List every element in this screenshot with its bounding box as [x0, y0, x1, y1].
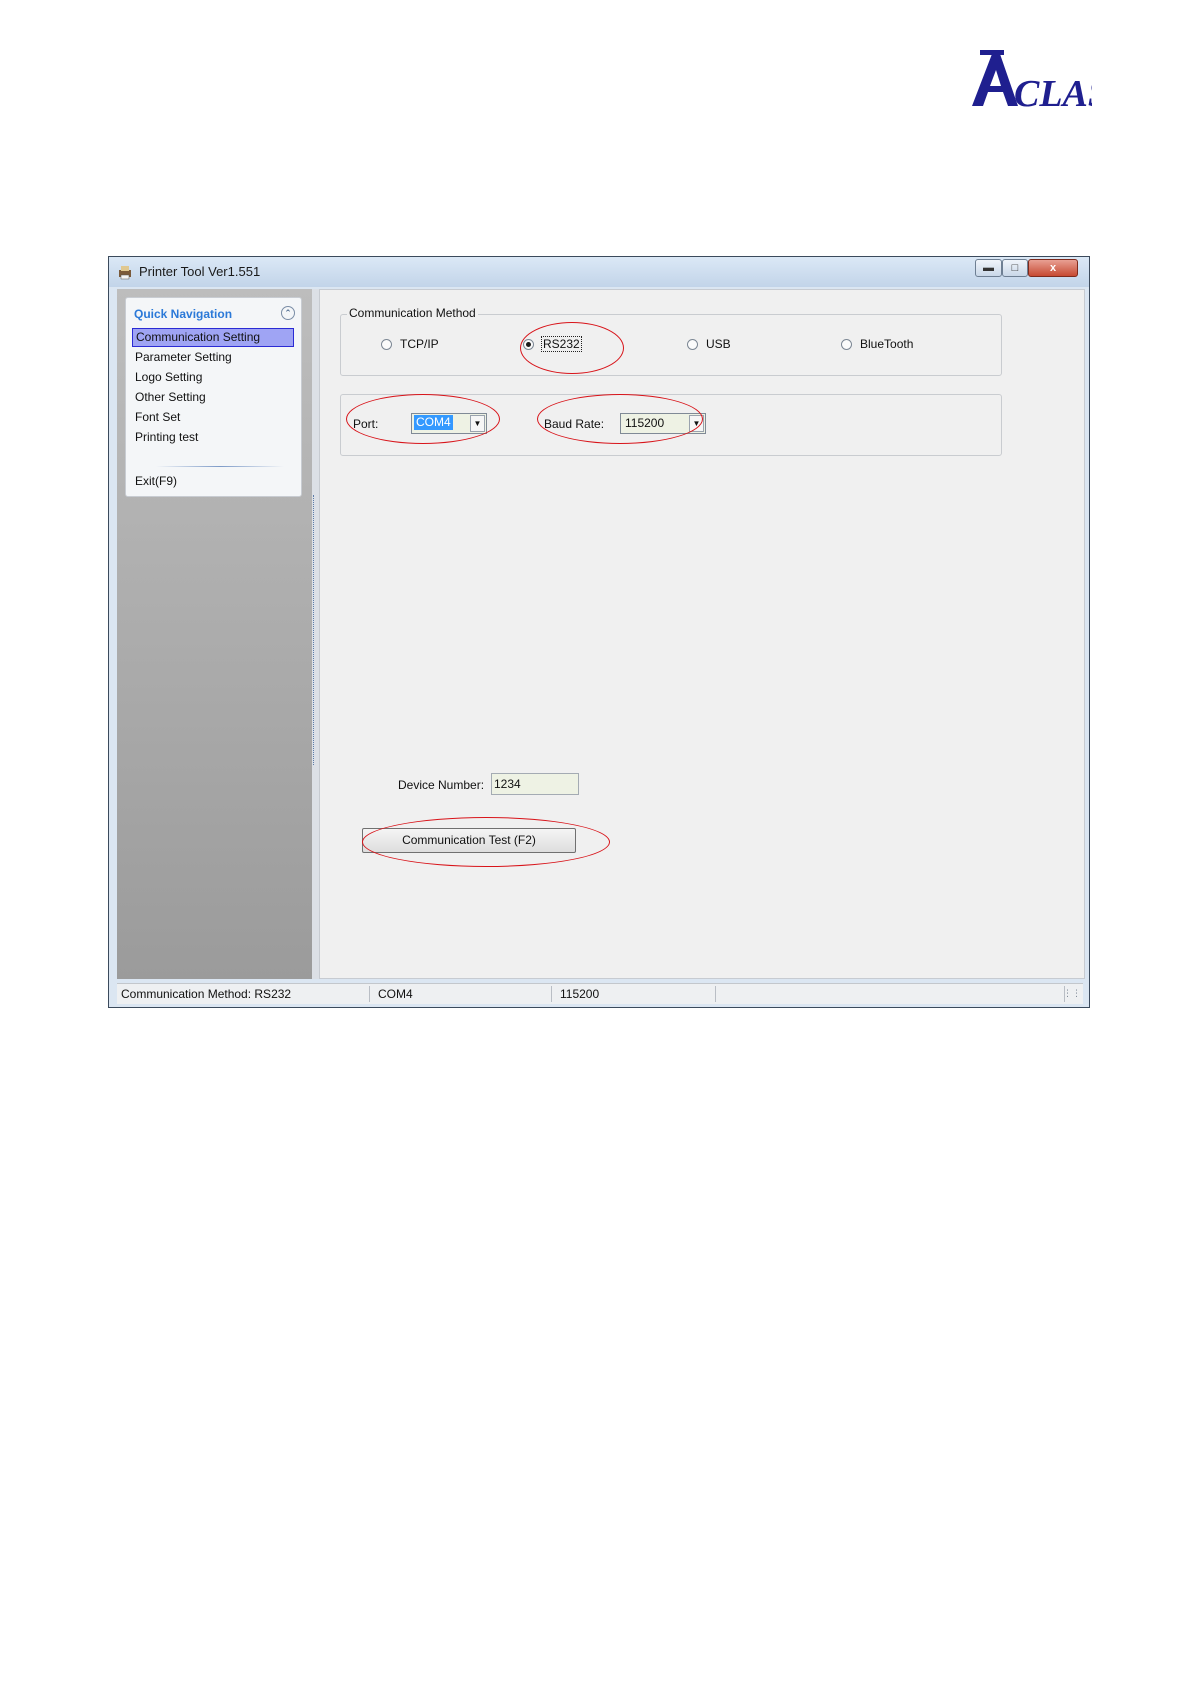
printer-tool-window: Printer Tool Ver1.551 ▬ □ x Quick Naviga…	[108, 256, 1090, 1008]
close-icon: x	[1049, 262, 1057, 274]
radio-rs232[interactable]: RS232	[523, 336, 582, 352]
port-settings-group: Port: COM4 ▼ Baud Rate: 115200 ▼	[340, 394, 1002, 456]
nav-item-logo-setting[interactable]: Logo Setting	[132, 368, 294, 387]
nav-item-communication-setting[interactable]: Communication Setting	[132, 328, 294, 347]
nav-item-printing-test[interactable]: Printing test	[132, 428, 294, 447]
port-select[interactable]: COM4 ▼	[411, 413, 487, 434]
title-bar: Printer Tool Ver1.551 ▬ □ x	[109, 257, 1089, 287]
logo-letters: CLAS	[1014, 73, 1092, 112]
nav-item-exit[interactable]: Exit(F9)	[132, 472, 294, 491]
printer-icon	[119, 266, 131, 280]
communication-method-group: Communication Method TCP/IP RS232 USB Bl…	[340, 306, 1002, 376]
communication-test-button[interactable]: Communication Test (F2)	[362, 828, 576, 853]
nav-divider	[156, 466, 284, 467]
status-extra	[720, 986, 1065, 1002]
radio-label: BlueTooth	[860, 337, 914, 351]
sidebar: Quick Navigation ⌃ Communication Setting…	[117, 289, 312, 979]
dropdown-arrow-icon[interactable]: ▼	[689, 415, 704, 432]
status-baud-rate: 115200	[556, 986, 716, 1002]
baud-rate-label: Baud Rate:	[544, 417, 605, 431]
close-button[interactable]: x	[1028, 259, 1078, 277]
radio-button-checked-icon	[523, 338, 534, 350]
resize-grip-icon[interactable]: ⋮⋮	[1063, 988, 1081, 999]
nav-item-parameter-setting[interactable]: Parameter Setting	[132, 348, 294, 367]
radio-label: RS232	[541, 336, 582, 352]
window-title: Printer Tool Ver1.551	[139, 264, 261, 279]
maximize-button[interactable]: □	[1002, 259, 1028, 277]
radio-button-icon	[687, 338, 698, 350]
device-number-input[interactable]: 1234	[491, 773, 579, 795]
radio-label: USB	[706, 337, 731, 351]
radio-usb[interactable]: USB	[687, 337, 731, 351]
radio-tcpip[interactable]: TCP/IP	[381, 337, 439, 351]
status-bar: Communication Method: RS232 COM4 115200 …	[117, 983, 1083, 1004]
nav-item-other-setting[interactable]: Other Setting	[132, 388, 294, 407]
communication-setting-panel: Communication Method TCP/IP RS232 USB Bl…	[319, 289, 1085, 979]
maximize-icon: □	[1011, 262, 1019, 274]
status-communication-method: Communication Method: RS232	[117, 986, 370, 1002]
device-number-label: Device Number:	[398, 778, 485, 792]
splitter-grip[interactable]	[313, 495, 318, 765]
radio-label: TCP/IP	[400, 337, 439, 351]
quick-navigation-panel: Quick Navigation ⌃ Communication Setting…	[125, 297, 302, 497]
radio-button-icon	[381, 338, 392, 350]
port-value: COM4	[414, 415, 453, 430]
aclas-logo: CLAS	[972, 50, 1092, 112]
communication-method-legend: Communication Method	[347, 306, 478, 320]
baud-rate-select[interactable]: 115200 ▼	[620, 413, 706, 434]
minimize-icon: ▬	[983, 262, 994, 274]
double-chevron-up-icon[interactable]: ⌃	[281, 306, 295, 320]
radio-bluetooth[interactable]: BlueTooth	[841, 337, 913, 351]
nav-item-font-set[interactable]: Font Set	[132, 408, 294, 427]
baud-rate-value: 115200	[625, 416, 665, 430]
dropdown-arrow-icon[interactable]: ▼	[470, 415, 485, 432]
minimize-button[interactable]: ▬	[975, 259, 1002, 277]
panel-splitter[interactable]	[312, 289, 319, 979]
radio-button-icon	[841, 338, 852, 350]
quick-navigation-header: Quick Navigation	[134, 307, 233, 321]
port-label: Port:	[353, 417, 379, 431]
status-port: COM4	[374, 986, 552, 1002]
